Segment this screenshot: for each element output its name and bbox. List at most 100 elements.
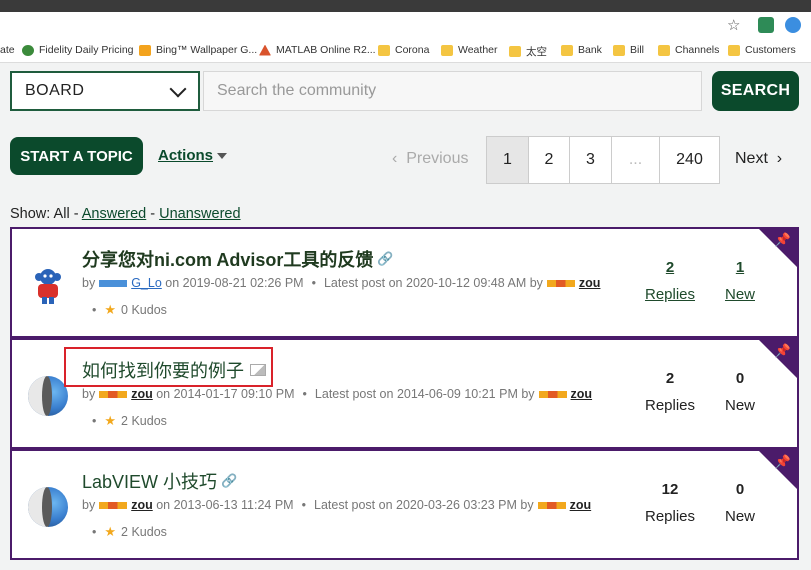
filter-all[interactable]: All: [54, 206, 70, 222]
search-placeholder: Search the community: [217, 82, 377, 99]
star-icon: ★: [104, 524, 117, 539]
pin-icon: 📌: [774, 454, 791, 469]
search-input[interactable]: Search the community: [203, 71, 702, 111]
pagination-next[interactable]: Next ›: [735, 150, 782, 168]
page-ellipsis: ...: [612, 137, 660, 183]
replies-stat: 2 Replies: [644, 370, 696, 414]
topic-title-text: 如何找到你要的例子: [82, 361, 244, 381]
avatar[interactable]: [28, 265, 68, 305]
filter-answered-link[interactable]: Answered: [82, 206, 146, 222]
caret-down-icon: [217, 153, 228, 160]
bookmark-item[interactable]: MATLAB Online R2...: [259, 44, 376, 56]
page-link-last[interactable]: 240: [660, 137, 719, 183]
latest-post-date: 2014-06-09 10:21 PM: [396, 387, 518, 401]
new-stat: 0 New: [724, 370, 755, 414]
post-date: 2014-01-17 09:10 PM: [173, 387, 295, 401]
bookmark-item[interactable]: ate: [0, 44, 15, 56]
board-dropdown-label: BOARD: [25, 82, 85, 99]
fidelity-icon: [22, 44, 34, 56]
folder-icon: [509, 46, 521, 57]
matlab-icon: [259, 44, 271, 56]
author-link[interactable]: G_Lo: [131, 276, 162, 290]
profile-icon[interactable]: [785, 17, 801, 33]
board-dropdown[interactable]: BOARD: [10, 71, 200, 111]
topic-card: 📌 如何找到你要的例子 by zou on 2014-01-17 09:10 PM…: [10, 338, 799, 449]
rank-badge: [99, 390, 128, 398]
kudos-count: • ★ 0 Kudos: [92, 302, 167, 317]
topic-title-text: 分享您对ni.com Advisor工具的反馈: [82, 250, 374, 270]
start-topic-button[interactable]: START A TOPIC: [10, 137, 143, 175]
topic-title-link[interactable]: 如何找到你要的例子: [82, 357, 266, 383]
star-icon: ★: [104, 302, 117, 317]
previous-label: Previous: [406, 150, 469, 167]
page-link-3[interactable]: 3: [570, 137, 612, 183]
pagination: 1 2 3 ... 240: [486, 136, 720, 184]
chevron-left-icon: ‹: [392, 150, 398, 167]
new-stat[interactable]: 1 New: [720, 259, 760, 303]
latest-author-link[interactable]: zou: [570, 498, 592, 512]
folder-icon: [561, 44, 573, 56]
actions-menu[interactable]: Actions: [158, 147, 228, 164]
bookmark-star-icon[interactable]: ☆: [727, 16, 740, 34]
avatar[interactable]: [28, 487, 68, 527]
bookmark-item[interactable]: Bing™ Wallpaper G...: [139, 44, 257, 56]
page-link-2[interactable]: 2: [529, 137, 570, 183]
extension-icon[interactable]: [758, 17, 774, 33]
next-label: Next: [735, 150, 768, 167]
pagination-previous[interactable]: ‹ Previous: [392, 150, 468, 168]
chevron-down-icon: [169, 80, 187, 98]
topic-title-link[interactable]: 分享您对ni.com Advisor工具的反馈 🔗: [82, 246, 394, 272]
bookmark-folder[interactable]: Corona: [378, 44, 429, 56]
topic-meta: by zou on 2014-01-17 09:10 PM • Latest post…: [82, 387, 593, 401]
actions-label: Actions: [158, 147, 214, 164]
latest-post-date: 2020-03-26 03:23 PM: [396, 498, 517, 512]
folder-icon: [441, 44, 453, 56]
topic-meta: by zou on 2013-06-13 11:24 PM • Latest post…: [82, 498, 592, 512]
post-date: 2019-08-21 02:26 PM: [182, 276, 304, 290]
star-icon: ★: [104, 413, 117, 428]
topic-card: 📌 LabVIEW 小技巧 🔗 by zou on 2013-06-13 11:24…: [10, 449, 799, 560]
topic-meta: by G_Lo on 2019-08-21 02:26 PM • Latest pos…: [82, 276, 601, 290]
folder-icon: [728, 44, 740, 56]
pin-icon: 📌: [774, 232, 791, 247]
pin-icon: 📌: [774, 343, 791, 358]
author-link[interactable]: zou: [131, 498, 153, 512]
post-date: 2013-06-13 11:24 PM: [173, 498, 294, 512]
bookmark-folder[interactable]: Bill: [613, 44, 644, 56]
bing-icon: [139, 44, 151, 56]
filter-unanswered-link[interactable]: Unanswered: [159, 206, 240, 222]
bookmark-folder[interactable]: Channels: [658, 44, 719, 56]
kudos-count: • ★ 2 Kudos: [92, 413, 167, 428]
bookmark-folder[interactable]: Customers: [728, 44, 796, 56]
topic-card: 📌 分享您对ni.com Advisor工具的反馈 🔗 by G_Lo on 201…: [10, 227, 799, 338]
search-button[interactable]: SEARCH: [712, 71, 799, 111]
latest-post-date: 2020-10-12 09:48 AM: [406, 276, 527, 290]
image-icon: [250, 364, 266, 376]
latest-author-link[interactable]: zou: [571, 387, 593, 401]
folder-icon: [378, 44, 390, 56]
replies-stat[interactable]: 2 Replies: [643, 259, 697, 303]
attachment-icon: 🔗: [221, 473, 238, 488]
rank-badge: [99, 279, 128, 287]
rank-badge: [538, 390, 567, 398]
avatar[interactable]: [28, 376, 68, 416]
chevron-right-icon: ›: [776, 150, 783, 167]
latest-author-link[interactable]: zou: [579, 276, 601, 290]
kudos-count: • ★ 2 Kudos: [92, 524, 167, 539]
bookmark-folder[interactable]: Bank: [561, 44, 602, 56]
bookmark-folder[interactable]: Weather: [441, 44, 498, 56]
page-link-1[interactable]: 1: [487, 137, 529, 183]
attachment-icon: 🔗: [377, 251, 394, 266]
author-link[interactable]: zou: [131, 387, 153, 401]
rank-badge: [546, 279, 575, 287]
topic-title-link[interactable]: LabVIEW 小技巧 🔗: [82, 468, 237, 494]
folder-icon: [613, 44, 625, 56]
bookmark-folder[interactable]: 太空: [509, 44, 547, 59]
rank-badge: [99, 501, 128, 509]
rank-badge: [537, 501, 566, 509]
new-stat: 0 New: [724, 481, 755, 525]
folder-icon: [658, 44, 670, 56]
browser-titlebar: [0, 0, 811, 12]
show-label: Show:: [10, 206, 51, 222]
bookmark-item[interactable]: Fidelity Daily Pricing: [22, 44, 134, 56]
